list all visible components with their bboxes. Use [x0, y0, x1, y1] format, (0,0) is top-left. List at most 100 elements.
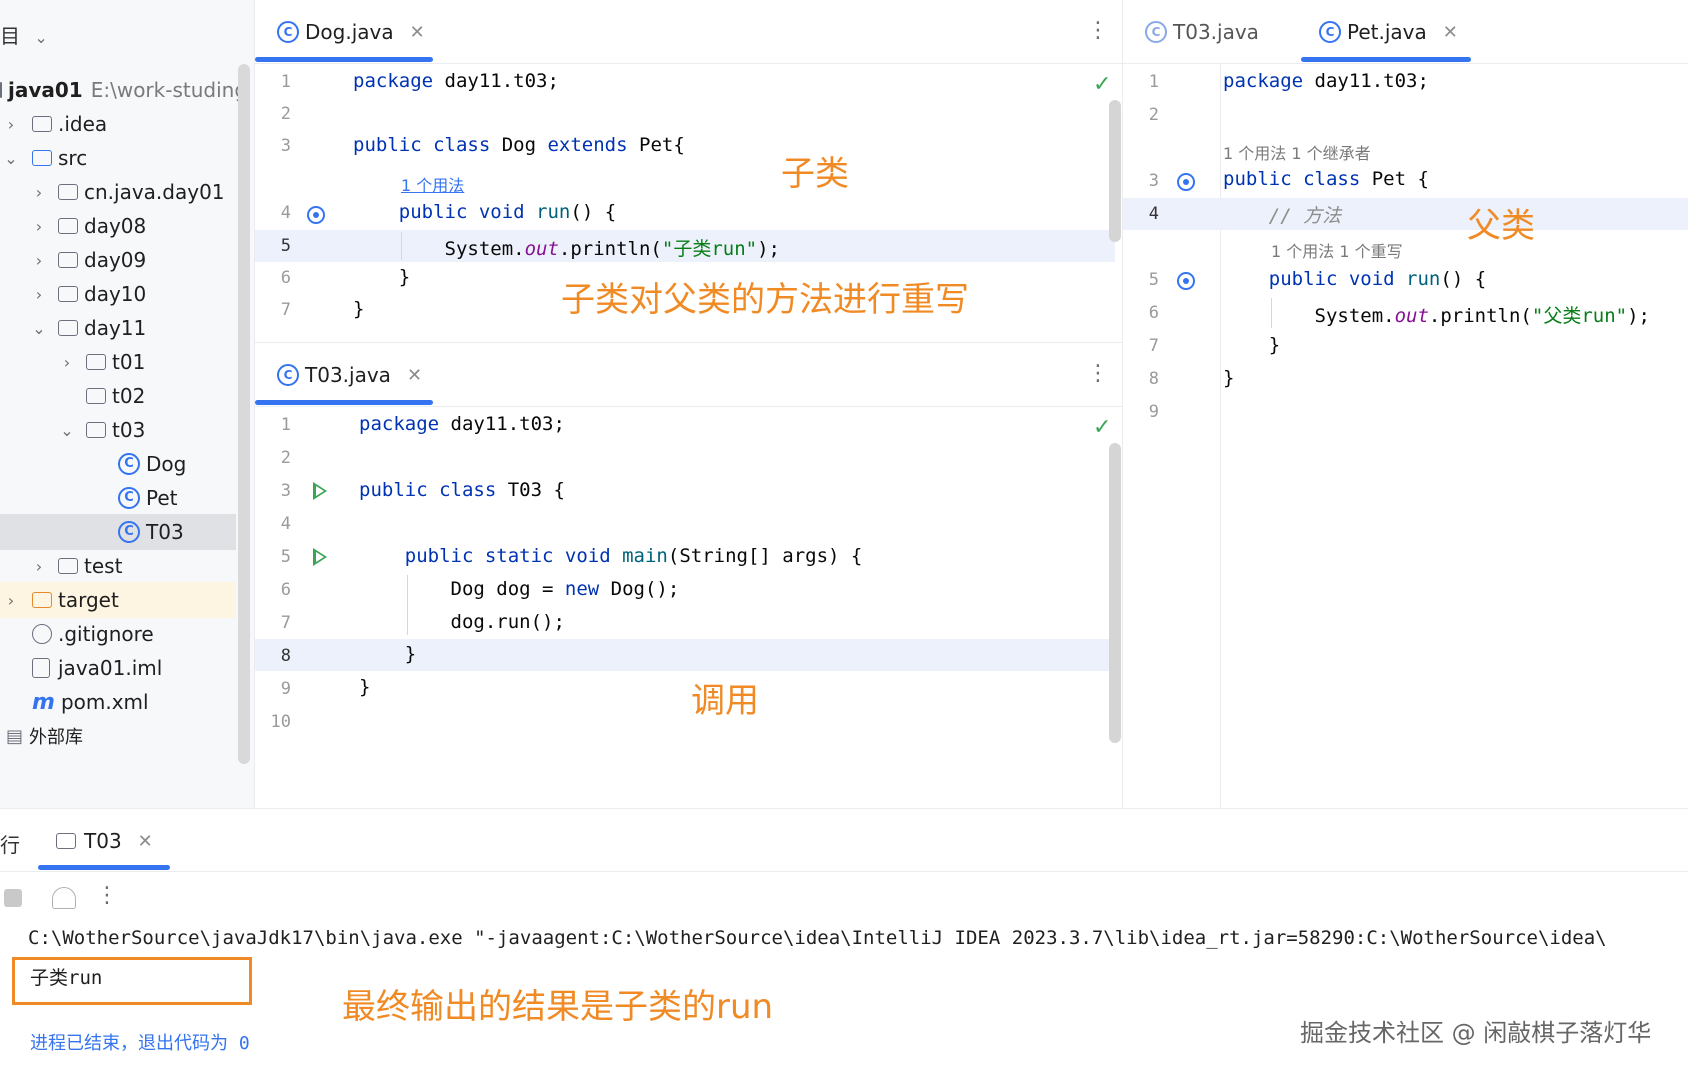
close-icon[interactable]: ✕: [138, 831, 153, 852]
code-line-4[interactable]: // 方法: [1223, 201, 1341, 228]
tab-dog-java[interactable]: C Dog.java ✕: [277, 20, 425, 44]
code-line-8[interactable]: }: [1223, 367, 1234, 389]
tab-run-t03[interactable]: T03 ✕: [56, 829, 153, 853]
chevron-down-icon[interactable]: ⌄: [0, 149, 22, 168]
tree-item-java01-iml[interactable]: java01.iml: [0, 650, 236, 686]
tree-item-target[interactable]: › target: [0, 582, 236, 618]
code-line-6[interactable]: System.out.println("父类run");: [1223, 301, 1650, 328]
code-text: Dog: [490, 134, 548, 156]
editor-scrollbar[interactable]: [1109, 443, 1121, 743]
tree-item-pom[interactable]: m pom.xml: [0, 684, 236, 720]
tree-item-idea[interactable]: › .idea: [0, 106, 236, 142]
tree-item-src[interactable]: ⌄ src: [0, 140, 236, 176]
package-icon: [86, 354, 106, 370]
code-line-3[interactable]: public class Dog extends Pet{: [353, 134, 685, 156]
code-line-7[interactable]: dog.run();: [359, 611, 565, 633]
code-line-6[interactable]: Dog dog = new Dog();: [359, 578, 680, 600]
more-icon[interactable]: ⋮: [1087, 18, 1109, 43]
close-icon[interactable]: ✕: [407, 365, 422, 386]
code-text: Pet {: [1360, 168, 1429, 190]
chevron-right-icon[interactable]: ›: [28, 217, 50, 236]
line-number: 4: [280, 514, 291, 534]
comment: // 方法: [1268, 205, 1342, 227]
tree-item-dog[interactable]: C Dog: [0, 446, 236, 482]
chevron-right-icon[interactable]: ›: [0, 115, 22, 134]
code-line-8[interactable]: }: [359, 643, 416, 665]
tab-pet-java[interactable]: C Pet.java ✕: [1319, 20, 1458, 44]
tree-item-t02[interactable]: t02: [0, 378, 236, 414]
code-line-5[interactable]: public static void main(String[] args) {: [359, 545, 863, 567]
chevron-right-icon[interactable]: ›: [28, 285, 50, 304]
chevron-right-icon[interactable]: ›: [28, 557, 50, 576]
code-text: }: [1268, 334, 1281, 356]
code-line-7[interactable]: }: [353, 298, 364, 320]
tree-item-gitignore[interactable]: .gitignore: [0, 616, 236, 652]
stop-icon[interactable]: [4, 889, 22, 907]
override-method-icon[interactable]: [307, 206, 325, 224]
run-icon[interactable]: [313, 482, 327, 500]
annotation-parent: 父类: [1467, 206, 1535, 246]
class-icon: C: [1319, 21, 1341, 43]
tab-t03-java[interactable]: C T03.java ✕: [277, 363, 422, 387]
tab-t03-java-inactive[interactable]: C T03.java: [1145, 20, 1259, 44]
package-icon: [58, 320, 78, 336]
tree-item-label: Pet: [146, 486, 178, 510]
profiler-icon[interactable]: [52, 887, 76, 909]
code-line-5[interactable]: public void run() {: [1223, 268, 1486, 290]
line-number: 5: [280, 547, 291, 567]
line-number: 8: [280, 646, 291, 666]
package-icon: [86, 422, 106, 438]
tree-item-t01[interactable]: › t01: [0, 344, 236, 380]
chevron-down-icon[interactable]: ⌄: [56, 421, 78, 440]
code-line-3[interactable]: public class T03 {: [359, 479, 565, 501]
tree-item-day09[interactable]: › day09: [0, 242, 236, 278]
tree-item-day08[interactable]: › day08: [0, 208, 236, 244]
code-text: (String[] args) {: [667, 545, 863, 567]
method-name: main: [610, 545, 668, 567]
close-icon[interactable]: ✕: [410, 22, 425, 43]
overridden-icon[interactable]: [1177, 272, 1195, 290]
tree-item-day10[interactable]: › day10: [0, 276, 236, 312]
code-line-3[interactable]: public class Pet {: [1223, 168, 1429, 190]
line-number: 10: [270, 712, 291, 732]
project-header[interactable]: 目 ⌄: [0, 20, 48, 49]
code-line-5[interactable]: System.out.println("子类run");: [353, 234, 780, 261]
line-number: 6: [1148, 303, 1159, 323]
tree-item-test[interactable]: › test: [0, 548, 236, 584]
class-icon: C: [277, 21, 299, 43]
code-line-9[interactable]: }: [359, 676, 370, 698]
chevron-right-icon[interactable]: ›: [56, 353, 78, 372]
implemented-icon[interactable]: [1177, 173, 1195, 191]
code-line-6[interactable]: }: [353, 266, 410, 288]
tree-item-external-libs[interactable]: ▤ 外部库: [0, 718, 236, 754]
more-icon[interactable]: ⋮: [1087, 361, 1109, 386]
tree-root[interactable]: java01 E:\work-studing: [0, 72, 247, 108]
code-line-7[interactable]: }: [1223, 334, 1280, 356]
code-text: .println(: [558, 238, 662, 260]
usage-hint[interactable]: 1 个用法: [401, 172, 464, 196]
tree-item-cn-java-day01[interactable]: › cn.java.day01: [0, 174, 236, 210]
chevron-right-icon[interactable]: ›: [0, 591, 22, 610]
code-line-1[interactable]: package day11.t03;: [353, 70, 559, 92]
chevron-right-icon[interactable]: ›: [28, 251, 50, 270]
more-icon[interactable]: ⋮: [96, 883, 118, 908]
tree-item-pet[interactable]: C Pet: [0, 480, 236, 516]
code-line-4[interactable]: public void run() {: [353, 201, 616, 223]
tree-item-day11[interactable]: ⌄ day11: [0, 310, 236, 346]
run-icon[interactable]: [313, 548, 327, 566]
code-line-1[interactable]: package day11.t03;: [1223, 70, 1429, 92]
package-icon: [58, 286, 78, 302]
project-scrollbar[interactable]: [238, 64, 250, 764]
string-literal: "子类run": [661, 238, 758, 260]
method-usage-hint[interactable]: 1 个用法 1 个重写: [1271, 238, 1403, 262]
tree-item-t03-class[interactable]: C T03: [0, 514, 236, 550]
chevron-down-icon[interactable]: ⌄: [34, 28, 47, 47]
code-line-1[interactable]: package day11.t03;: [359, 413, 565, 435]
close-icon[interactable]: ✕: [1443, 22, 1458, 43]
class-usage-hint[interactable]: 1 个用法 1 个继承者: [1223, 140, 1371, 164]
chevron-down-icon[interactable]: ⌄: [28, 319, 50, 338]
chevron-right-icon[interactable]: ›: [28, 183, 50, 202]
editor-scrollbar[interactable]: [1109, 100, 1121, 242]
line-number: 3: [280, 136, 291, 156]
tree-item-t03[interactable]: ⌄ t03: [0, 412, 236, 448]
